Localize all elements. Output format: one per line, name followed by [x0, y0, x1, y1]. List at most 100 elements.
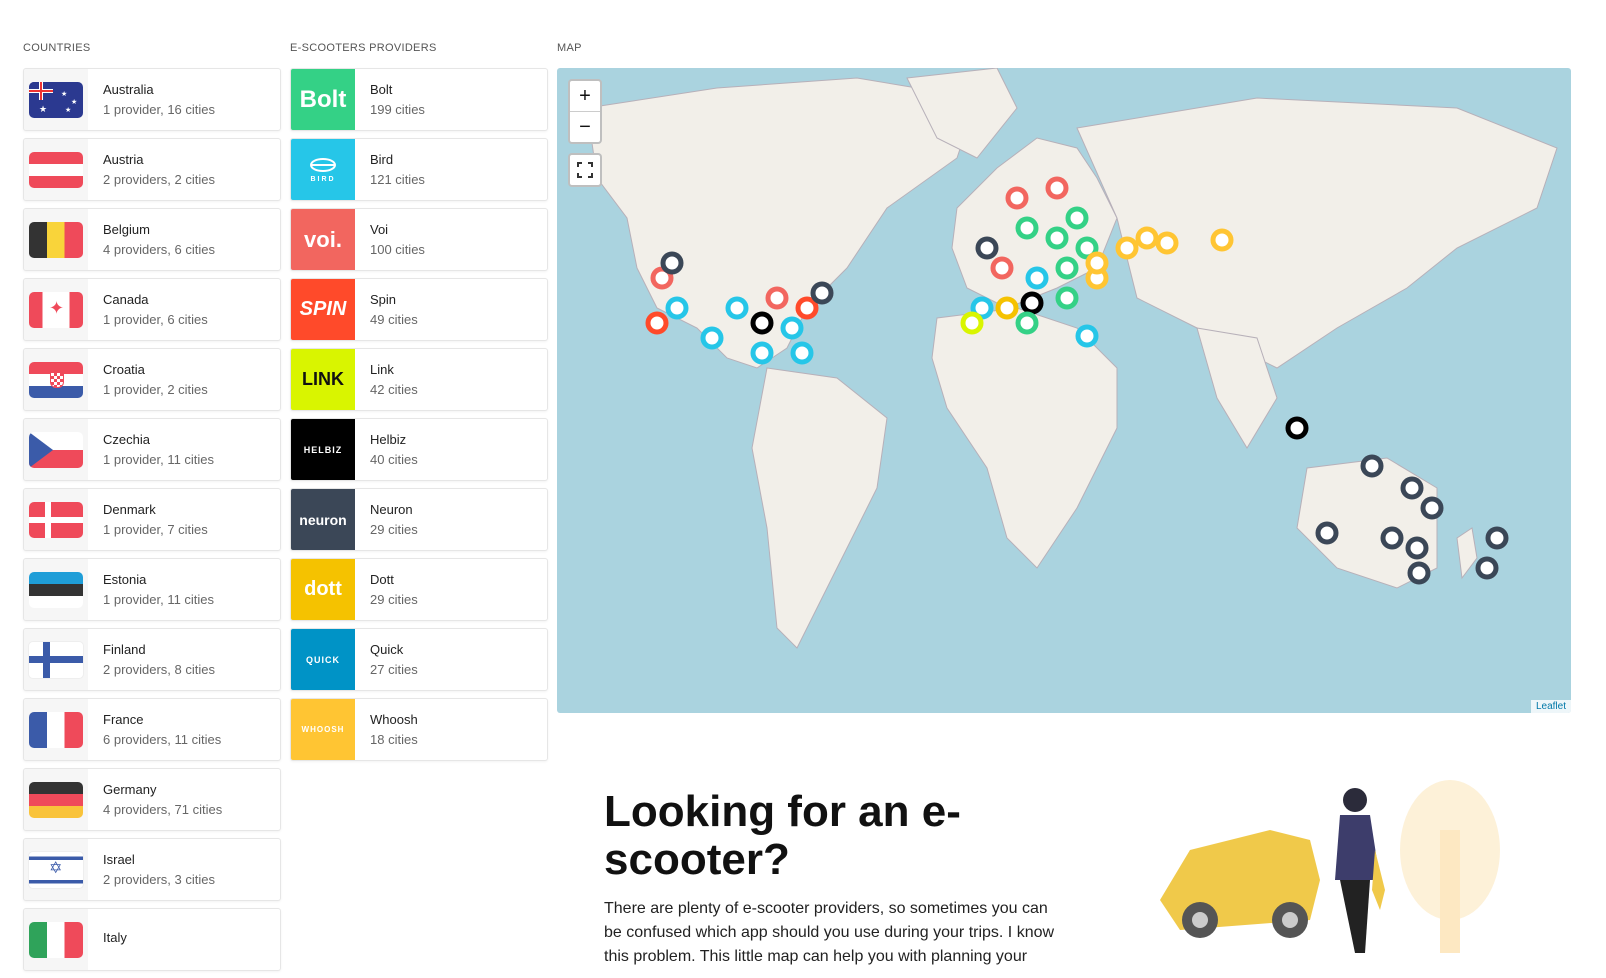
croatia-flag-icon — [29, 361, 83, 398]
hero-title: Looking for an e-scooter? — [604, 787, 961, 884]
provider-card-neuron[interactable]: neuron Neuron 29 cities — [290, 488, 548, 551]
scooter-illustration — [1160, 780, 1500, 953]
country-card-israel[interactable]: ✡ Israel 2 providers, 3 cities — [23, 838, 281, 901]
voi-logo-icon: voi. — [291, 209, 355, 270]
providers-list: Bolt Bolt 199 cities BIRD Bird 121 cities … — [290, 68, 548, 768]
zoom-in-button[interactable]: + — [570, 81, 600, 112]
map-heading: MAP — [557, 42, 582, 54]
fullscreen-icon — [577, 162, 593, 178]
provider-name: Neuron — [370, 502, 413, 517]
provider-card-spin[interactable]: SPIN Spin 49 cities — [290, 278, 548, 341]
country-name: Australia — [103, 82, 154, 97]
provider-card-bolt[interactable]: Bolt Bolt 199 cities — [290, 68, 548, 131]
country-name: Canada — [103, 292, 149, 307]
austria-flag-icon — [29, 151, 83, 188]
country-info: 1 provider, 7 cities — [103, 522, 208, 537]
country-info: 6 providers, 11 cities — [103, 732, 222, 747]
finland-flag-icon — [28, 640, 84, 679]
provider-name: Spin — [370, 292, 397, 307]
country-card-austria[interactable]: Austria 2 providers, 2 cities — [23, 138, 281, 201]
country-info: 1 provider, 6 cities — [103, 312, 208, 327]
belgium-flag-icon — [29, 221, 83, 258]
provider-info: 199 cities — [370, 102, 425, 117]
provider-name: Voi — [370, 222, 389, 237]
provider-name: Quick — [370, 642, 404, 657]
provider-card-quick[interactable]: QUICK Quick 27 cities — [290, 628, 548, 691]
hero-text: There are plenty of e-scooter providers,… — [604, 900, 1055, 965]
country-card-croatia[interactable]: Croatia 1 provider, 2 cities — [23, 348, 281, 411]
country-card-france[interactable]: France 6 providers, 11 cities — [23, 698, 281, 761]
country-name: Germany — [103, 782, 157, 797]
denmark-flag-icon — [29, 501, 83, 538]
bird-logo-icon: BIRD — [291, 139, 355, 200]
canada-flag-icon: ✦ — [29, 291, 83, 328]
zoom-control: + − — [568, 79, 602, 144]
link-logo-icon: LINK — [291, 349, 355, 410]
provider-name: Whoosh — [370, 712, 418, 727]
country-name: Finland — [103, 642, 146, 657]
country-card-belgium[interactable]: Belgium 4 providers, 6 cities — [23, 208, 281, 271]
south-america-land — [751, 367, 888, 649]
country-info: 1 provider, 11 cities — [103, 592, 215, 607]
country-card-finland[interactable]: Finland 2 providers, 8 cities — [23, 628, 281, 691]
bolt-logo-icon: Bolt — [291, 69, 355, 130]
provider-card-dott[interactable]: dott Dott 29 cities — [290, 558, 548, 621]
country-name: Israel — [103, 852, 135, 867]
provider-card-link[interactable]: LINK Link 42 cities — [290, 348, 548, 411]
czechia-flag-icon — [29, 431, 83, 468]
zoom-out-button[interactable]: − — [570, 112, 600, 142]
country-card-estonia[interactable]: Estonia 1 provider, 11 cities — [23, 558, 281, 621]
country-info: 2 providers, 3 cities — [103, 872, 215, 887]
provider-name: Helbiz — [370, 432, 407, 447]
provider-name: Dott — [370, 572, 394, 587]
estonia-flag-icon — [29, 571, 83, 608]
provider-info: 100 cities — [370, 242, 425, 257]
fullscreen-button[interactable] — [568, 153, 602, 187]
provider-info: 40 cities — [370, 452, 418, 467]
country-info: 1 provider, 2 cities — [103, 382, 208, 397]
provider-name: Bird — [370, 152, 394, 167]
country-card-australia[interactable]: ★ ★ ★ ★ Australia 1 provider, 16 cities — [23, 68, 281, 131]
israel-flag-icon: ✡ — [28, 850, 84, 889]
country-name: France — [103, 712, 144, 727]
provider-card-voi[interactable]: voi. Voi 100 cities — [290, 208, 548, 271]
provider-card-bird[interactable]: BIRD Bird 121 cities — [290, 138, 548, 201]
provider-card-whoosh[interactable]: WHOOSH Whoosh 18 cities — [290, 698, 548, 761]
provider-info: 42 cities — [370, 382, 418, 397]
country-name: Czechia — [103, 432, 150, 447]
providers-heading: E-SCOOTERS PROVIDERS — [290, 42, 437, 54]
germany-flag-icon — [29, 781, 83, 818]
country-name: Austria — [103, 152, 144, 167]
provider-info: 121 cities — [370, 172, 425, 187]
provider-info: 49 cities — [370, 312, 418, 327]
provider-card-helbiz[interactable]: HELBIZ Helbiz 40 cities — [290, 418, 548, 481]
australia-flag-icon: ★ ★ ★ ★ — [29, 81, 83, 118]
country-info: 2 providers, 2 cities — [103, 172, 215, 187]
country-card-germany[interactable]: Germany 4 providers, 71 cities — [23, 768, 281, 831]
country-name: Estonia — [103, 572, 147, 587]
new-zealand-land — [1456, 527, 1478, 580]
country-name: Denmark — [103, 502, 156, 517]
leaflet-attribution-link[interactable]: Leaflet — [1530, 700, 1571, 713]
provider-info: 18 cities — [370, 732, 418, 747]
country-info: 4 providers, 71 cities — [103, 802, 223, 817]
countries-list: ★ ★ ★ ★ Australia 1 provider, 16 cities A… — [23, 68, 281, 978]
country-card-canada[interactable]: ✦ Canada 1 provider, 6 cities — [23, 278, 281, 341]
country-card-italy[interactable]: Italy — [23, 908, 281, 971]
world-map[interactable]: + − Leaflet — [557, 68, 1571, 713]
country-card-denmark[interactable]: Denmark 1 provider, 7 cities — [23, 488, 281, 551]
country-info: 4 providers, 6 cities — [103, 242, 215, 257]
country-info: 1 provider, 16 cities — [103, 102, 216, 117]
helbiz-logo-icon: HELBIZ — [291, 419, 355, 480]
france-flag-icon — [29, 711, 83, 748]
country-card-czechia[interactable]: Czechia 1 provider, 11 cities — [23, 418, 281, 481]
neuron-logo-icon: neuron — [291, 489, 355, 550]
countries-heading: COUNTRIES — [23, 42, 91, 54]
country-name: Croatia — [103, 362, 145, 377]
provider-name: Bolt — [370, 82, 393, 97]
provider-info: 29 cities — [370, 522, 418, 537]
country-info: 1 provider, 11 cities — [103, 452, 215, 467]
world-map-canvas[interactable] — [557, 68, 1571, 713]
spin-logo-icon: SPIN — [291, 279, 355, 340]
country-info: 2 providers, 8 cities — [103, 662, 215, 677]
